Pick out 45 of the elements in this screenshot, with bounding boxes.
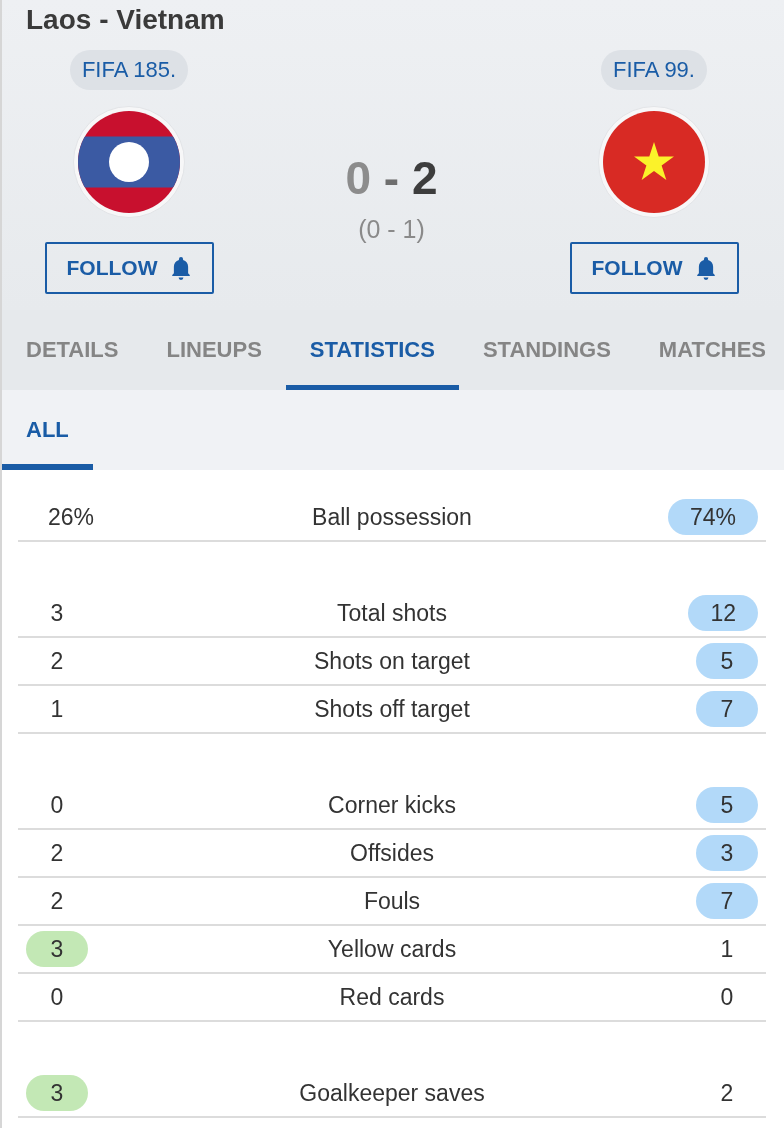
rank-badge: FIFA 185. [69,50,189,90]
tab[interactable]: LINEUPS [142,310,286,390]
stat-label: Red cards [339,983,445,1011]
stat-label: Goalkeeper saves [299,1079,485,1107]
stat-label: Shots off target [314,695,470,723]
match-score: 0 - 2 [345,152,438,204]
follow-button[interactable]: FOLLOW [569,242,739,294]
stat-value: 74% [667,499,758,535]
tab[interactable]: STANDINGS [458,310,635,390]
stat-value: 0 [719,983,735,1012]
stat-value: 2 [49,839,65,868]
stat-value: 1 [49,695,65,724]
stat-label: Fouls [363,887,421,915]
stat-value: 2 [49,647,65,676]
stat-value: 3 [696,835,758,871]
match-title: Laos - Vietnam [25,3,226,37]
stat-value: 2 [49,887,65,916]
stat-value: 3 [26,931,88,967]
stat-value: 7 [696,691,758,727]
stat-label: Corner kicks [328,791,456,819]
stat-value: 3 [26,1075,88,1111]
stat-label: Offsides [350,839,434,867]
rank-badge: FIFA 99. [601,50,707,90]
stat-value: 5 [696,643,758,679]
stat-value: 2 [719,1079,735,1108]
tab[interactable]: MATCHES [634,310,784,390]
stat-label: Yellow cards [327,935,457,963]
stat-value: 1 [719,935,735,964]
stat-value: 3 [49,599,65,628]
stat-value: 5 [696,787,758,823]
tab[interactable]: STATISTICS [285,310,459,390]
stat-value: 7 [696,883,758,919]
stat-value: 26% [47,503,96,532]
bell-icon [696,256,717,280]
stat-value: 12 [688,595,758,631]
stat-label: Shots on target [314,647,470,675]
stat-label: Ball possession [312,503,472,531]
stat-value: 0 [49,983,65,1012]
stat-value: 0 [49,791,65,820]
filter-tab[interactable]: ALL [2,390,93,470]
tab[interactable]: DETAILS [2,310,143,390]
halftime-score: (0 - 1) [358,215,425,243]
follow-button[interactable]: FOLLOW [44,242,214,294]
bell-icon [171,256,192,280]
stat-label: Total shots [337,599,447,627]
